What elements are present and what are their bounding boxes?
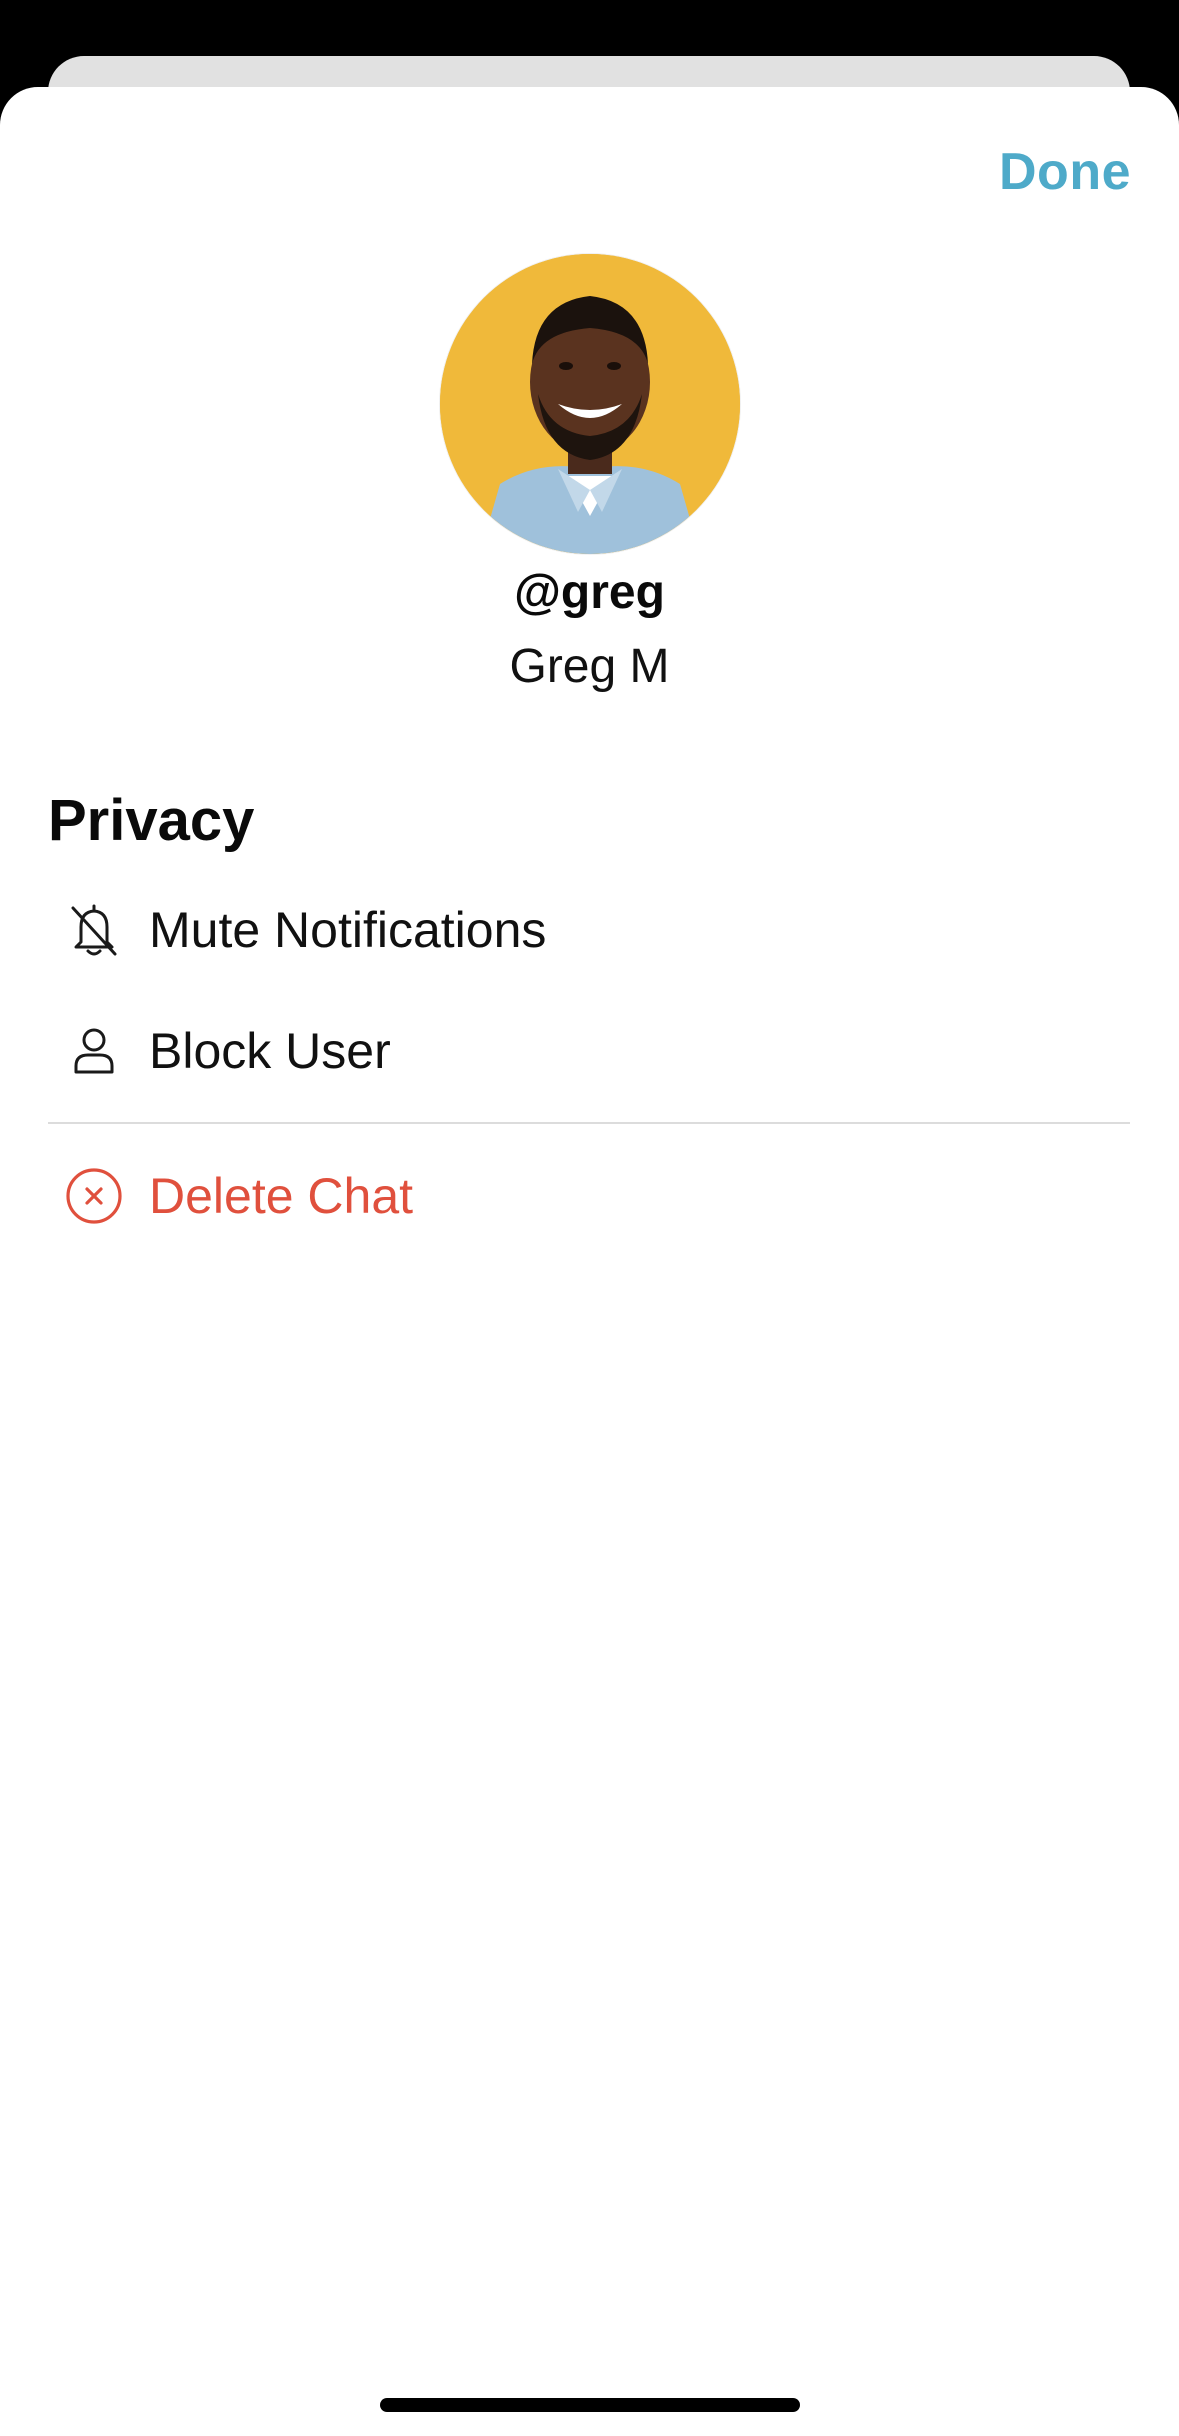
full-name: Greg M: [509, 640, 670, 693]
screen: Done @greg Greg M Privacy Mute Notificat…: [0, 0, 1179, 2436]
home-indicator: [380, 2398, 800, 2412]
delete-chat-row[interactable]: Delete Chat: [48, 1146, 1130, 1246]
mute-notifications-label: Mute Notifications: [149, 902, 547, 958]
bell-slash-icon: [46, 880, 142, 980]
chat-details-sheet: Done @greg Greg M Privacy Mute Notificat…: [0, 87, 1179, 2436]
block-user-label: Block User: [149, 1023, 391, 1079]
mute-notifications-row[interactable]: Mute Notifications: [48, 880, 1130, 980]
person-icon: [46, 1001, 142, 1101]
divider: [48, 1122, 1130, 1124]
x-circle-icon: [46, 1146, 142, 1246]
username: @greg: [514, 566, 665, 619]
avatar: [440, 254, 740, 554]
privacy-section-title: Privacy: [48, 788, 255, 853]
block-user-row[interactable]: Block User: [48, 1001, 1130, 1101]
delete-chat-label: Delete Chat: [149, 1168, 414, 1224]
done-button[interactable]: Done: [999, 142, 1131, 202]
